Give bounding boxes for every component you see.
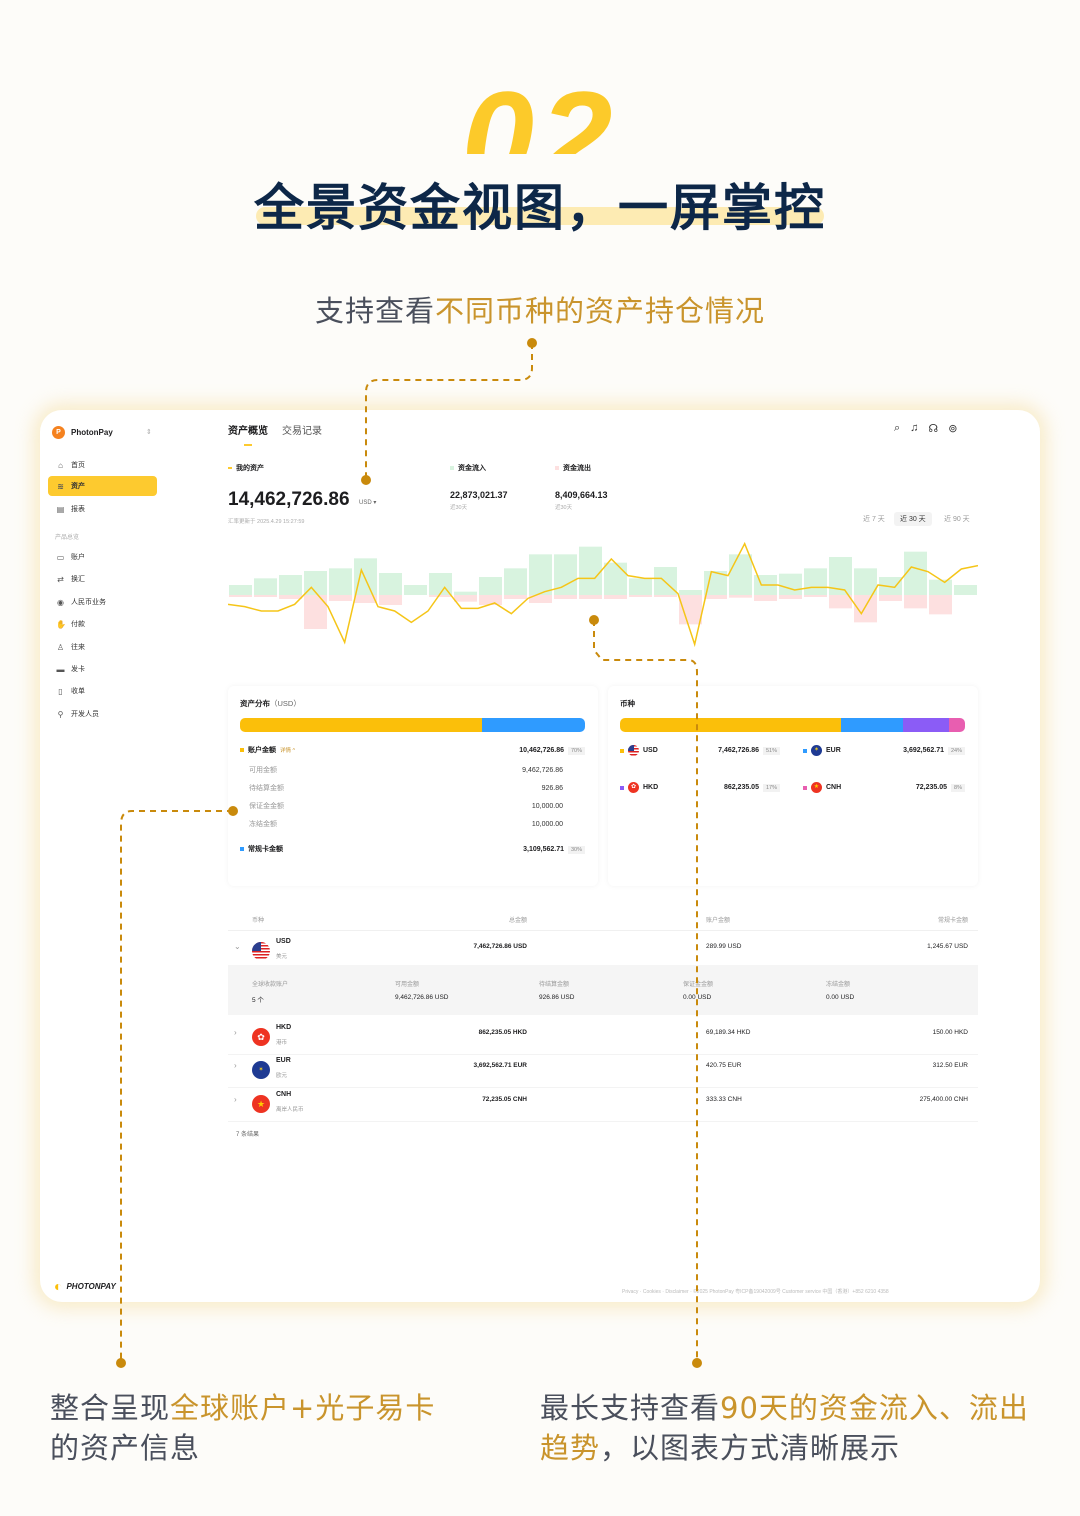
connector-line (593, 620, 698, 1363)
connector-dot (361, 475, 371, 485)
connector-line (365, 343, 533, 480)
connector-dot (228, 806, 238, 816)
connector-dot (116, 1358, 126, 1368)
callout-text: 最长支持查看 (540, 1391, 721, 1425)
callout-connectors (116, 338, 702, 1368)
connector-dot (589, 615, 599, 625)
callout-highlight: 全球账户+光子易卡 (170, 1391, 436, 1425)
connector-line (120, 810, 233, 1363)
connector-dot (527, 338, 537, 348)
callout-text: 的资产信息 (50, 1431, 201, 1465)
callout-text: ，以图表方式清晰展示 (600, 1431, 901, 1465)
connector-dot (692, 1358, 702, 1368)
callout-right: 最长支持查看90天的资金流入、流出趋势，以图表方式清晰展示 (540, 1388, 1040, 1468)
callout-left: 整合呈现全球账户+光子易卡的资产信息 (50, 1388, 470, 1468)
callout-text: 整合呈现 (50, 1391, 171, 1425)
